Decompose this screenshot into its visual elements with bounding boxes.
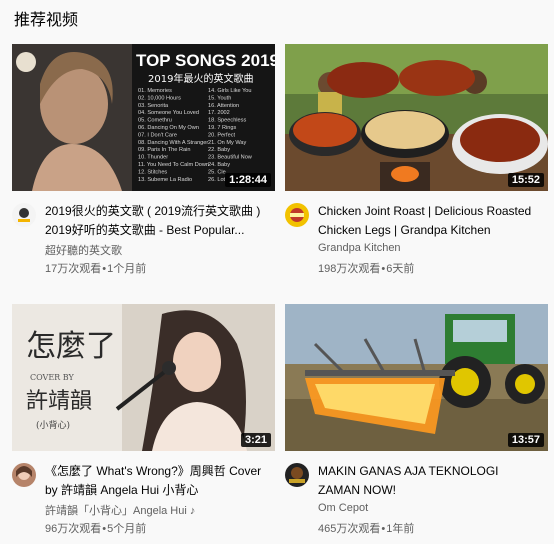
video-title[interactable]: 《怎麼了 What's Wrong?》周興哲 Cover by 許靖韻 Ange… — [45, 462, 273, 500]
video-duration: 3:21 — [240, 433, 271, 447]
thumb-track-item: 07. I Don't Care — [138, 132, 177, 138]
thumb-track-item: 20. Perfect — [208, 132, 235, 138]
thumb-track-item: 05. Comethru — [138, 118, 172, 124]
thumb-track-item: 16. Attention — [208, 103, 239, 109]
thumb-track-item: 12. Stitches — [138, 169, 167, 175]
video-card[interactable]: 13:57 MAKIN GANAS AJA TEKNOLOGI ZAMAN NO… — [285, 304, 548, 535]
video-stats: 198万次观看•6天前 — [318, 263, 415, 275]
video-stats: 465万次观看•1年前 — [318, 523, 415, 535]
thumb-track-item: 01. Memories — [138, 88, 172, 94]
video-title[interactable]: Chicken Joint Roast | Delicious Roasted … — [318, 202, 546, 240]
video-duration: 15:52 — [507, 173, 544, 187]
thumb-track-item: 04. Someone You Loved — [138, 110, 199, 116]
thumbnail-image — [285, 44, 548, 191]
thumb-name-text: 許靖韻 — [26, 389, 92, 414]
thumbnail-image — [285, 304, 548, 451]
video-card[interactable]: 15:52 Chicken Joint Roast | Delicious Ro… — [285, 44, 548, 275]
thumb-nick-text: (小背心) — [36, 419, 70, 431]
video-stats: 17万次观看•1个月前 — [45, 263, 147, 275]
video-duration: 13:57 — [507, 433, 544, 447]
video-thumbnail[interactable]: TOP SONGS 2019 2019年最火的英文歌曲 01. Memories… — [12, 44, 275, 191]
video-card[interactable]: 怎麼了 COVER BY 許靖韻 (小背心) 3:21 《怎麼了 What's … — [12, 304, 275, 535]
thumb-track-item: 11. You Need To Calm Down — [138, 162, 209, 168]
thumb-track-item: 23. Beautiful Now — [208, 155, 253, 161]
thumb-track-item: 17. 2002 — [208, 110, 230, 116]
channel-name[interactable]: Grandpa Kitchen — [318, 242, 401, 254]
channel-name[interactable]: 超好聽的英文歌 — [45, 242, 122, 258]
channel-name[interactable]: 許靖韻「小背心」Angela Hui ♪ — [45, 502, 195, 518]
thumb-track-item: 09. Paris In The Rain — [138, 147, 190, 153]
thumb-track-item: 18. Speechless — [208, 118, 246, 124]
video-title[interactable]: 2019很火的英文歌 ( 2019流行英文歌曲 ) 2019好听的英文歌曲 - … — [45, 202, 273, 240]
video-title[interactable]: MAKIN GANAS AJA TEKNOLOGI ZAMAN NOW! — [318, 462, 546, 500]
thumb-track-item: 22. Baby — [208, 147, 230, 153]
video-thumbnail[interactable]: 怎麼了 COVER BY 許靖韻 (小背心) 3:21 — [12, 304, 275, 451]
thumb-track-item: 03. Senorita — [138, 103, 169, 109]
thumb-track-item: 19. 7 Rings — [208, 125, 236, 131]
thumb-track-item: 21. On My Way — [208, 140, 247, 146]
thumb-track-item: 13. Subeme La Radio — [138, 177, 192, 183]
thumb-track-item: 14. Girls Like You — [208, 88, 252, 94]
thumb-subtitle: 2019年最火的英文歌曲 — [148, 72, 253, 85]
thumb-track-item: 24. Baby — [208, 162, 230, 168]
channel-avatar[interactable] — [285, 463, 309, 487]
channel-avatar[interactable] — [12, 203, 36, 227]
thumb-track-item: 10. Thunder — [138, 155, 168, 161]
thumb-track-item: 25. Cle — [208, 169, 226, 175]
video-thumbnail[interactable]: 13:57 — [285, 304, 548, 451]
channel-name[interactable]: Om Cepot — [318, 502, 368, 514]
thumb-big-text: 怎麼了 — [26, 329, 116, 364]
channel-avatar[interactable] — [285, 203, 309, 227]
section-title: 推荐视频 — [14, 12, 79, 29]
thumb-track-item: 15. Youth — [208, 95, 231, 101]
thumbnail-image: 怎麼了 COVER BY 許靖韻 (小背心) — [12, 304, 275, 451]
thumb-headline: TOP SONGS 2019 — [136, 51, 275, 70]
thumb-track-item: 08. Dancing With A Stranger — [138, 140, 208, 146]
thumb-cover-text: COVER BY — [30, 373, 74, 382]
video-duration: 1:28:44 — [225, 173, 271, 187]
channel-avatar[interactable] — [12, 463, 36, 487]
video-thumbnail[interactable]: 15:52 — [285, 44, 548, 191]
thumbnail-image: TOP SONGS 2019 2019年最火的英文歌曲 01. Memories… — [12, 44, 275, 191]
thumb-track-item: 06. Dancing On My Own — [138, 125, 199, 131]
thumb-track-item: 02. 10,000 Hours — [138, 95, 181, 101]
video-stats: 96万次观看•5个月前 — [45, 523, 147, 535]
video-card[interactable]: TOP SONGS 2019 2019年最火的英文歌曲 01. Memories… — [12, 44, 275, 275]
thumb-track-item: 26. Lot — [208, 177, 226, 183]
